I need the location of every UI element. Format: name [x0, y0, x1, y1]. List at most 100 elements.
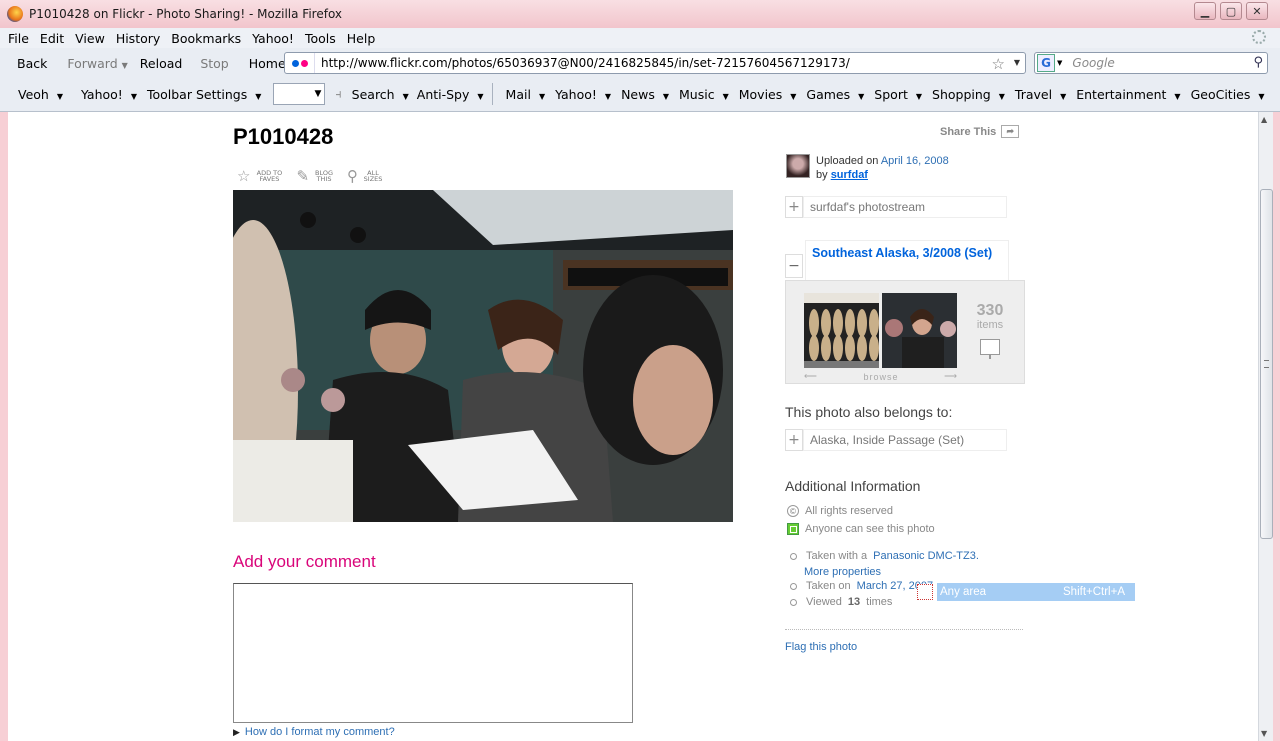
close-button[interactable]: ✕: [1246, 2, 1268, 20]
chevron-down-icon[interactable]: ▼: [477, 92, 483, 101]
plus-icon[interactable]: +: [785, 196, 803, 218]
slideshow-icon[interactable]: [980, 339, 1000, 359]
toolbar-travel[interactable]: Travel ▼: [1015, 87, 1066, 102]
menu-yahoo[interactable]: Yahoo!: [252, 31, 294, 46]
maximize-button[interactable]: ▢: [1220, 2, 1242, 20]
main-photo[interactable]: [233, 190, 733, 522]
set-thumbnail-previous[interactable]: [804, 293, 879, 368]
plus-icon[interactable]: +: [785, 429, 803, 451]
chevron-down-icon[interactable]: ▼: [858, 92, 864, 101]
all-sizes-button[interactable]: ⚲ ALL SIZES: [347, 167, 384, 185]
bullet-icon: [790, 598, 797, 606]
toolbar-entertainment[interactable]: Entertainment ▼: [1076, 87, 1180, 102]
set-thumbnail-current[interactable]: [882, 293, 957, 368]
chevron-down-icon[interactable]: ▼: [790, 92, 796, 101]
vertical-scrollbar[interactable]: ▲ ▼: [1258, 112, 1273, 741]
toolbar-split-icon[interactable]: ⫞: [335, 86, 341, 102]
also-belongs-heading: This photo also belongs to:: [785, 404, 953, 420]
photostream-label[interactable]: surfdaf's photostream: [803, 196, 1007, 218]
toolbar-antispy[interactable]: Anti-Spy ▼: [417, 87, 484, 102]
chevron-down-icon[interactable]: ▼: [663, 92, 669, 101]
chevron-down-icon[interactable]: ▼: [723, 92, 729, 101]
chevron-down-icon[interactable]: ▼: [57, 92, 63, 101]
chevron-down-icon[interactable]: ▼: [403, 92, 409, 101]
chevron-down-icon[interactable]: ▼: [999, 92, 1005, 101]
format-help-label[interactable]: How do I format my comment?: [245, 726, 395, 738]
page-title: P1010428: [233, 124, 334, 149]
toolbar-veoh[interactable]: Veoh ▼: [18, 87, 63, 102]
photo-tools: ☆ ADD TO FAVES ✎ BLOG THIS ⚲ ALL SIZES: [237, 167, 384, 185]
avatar[interactable]: [786, 154, 810, 178]
search-box[interactable]: G ▼ Google ⚲: [1034, 52, 1268, 74]
chevron-down-icon[interactable]: ▼: [122, 61, 128, 70]
home-button[interactable]: Home: [249, 56, 286, 71]
upload-date-link[interactable]: April 16, 2008: [881, 155, 949, 167]
toolbar-shopping[interactable]: Shopping ▼: [932, 87, 1005, 102]
back-button[interactable]: Back: [17, 56, 47, 71]
chevron-down-icon[interactable]: ▼: [539, 92, 545, 101]
chevron-down-icon[interactable]: ▼: [314, 89, 321, 99]
comment-textarea[interactable]: [233, 583, 633, 723]
toolbar-news[interactable]: News ▼: [621, 87, 669, 102]
chevron-down-icon[interactable]: ▼: [1174, 92, 1180, 101]
search-icon[interactable]: ⚲: [1253, 55, 1263, 70]
google-engine-icon[interactable]: G: [1037, 54, 1055, 72]
other-set-label[interactable]: Alaska, Inside Passage (Set): [803, 429, 1007, 451]
reload-button[interactable]: Reload: [140, 56, 183, 71]
toolbar-sport[interactable]: Sport ▼: [874, 87, 922, 102]
stop-button[interactable]: Stop: [200, 56, 228, 71]
chevron-down-icon[interactable]: ▼: [255, 92, 261, 101]
capture-tooltip[interactable]: Any area Shift+Ctrl+A: [917, 583, 1135, 601]
more-properties-link[interactable]: More properties: [804, 566, 881, 578]
scroll-up-icon[interactable]: ▲: [1261, 115, 1267, 124]
blog-this-button[interactable]: ✎ BLOG THIS: [296, 167, 335, 185]
username-link[interactable]: surfdaf: [831, 169, 868, 181]
menu-edit[interactable]: Edit: [40, 31, 64, 46]
menu-history[interactable]: History: [116, 31, 160, 46]
toolbar-geocities[interactable]: GeoCities ▼: [1191, 87, 1265, 102]
flag-photo-link[interactable]: Flag this photo: [785, 641, 857, 653]
share-this-button[interactable]: Share This ➦: [940, 125, 1020, 138]
search-input[interactable]: Google: [1072, 56, 1114, 70]
url-bar[interactable]: http://www.flickr.com/photos/65036937@N0…: [284, 52, 1026, 74]
toolbar-settings[interactable]: Toolbar Settings ▼: [147, 87, 261, 102]
add-to-faves-button[interactable]: ☆ ADD TO FAVES: [237, 167, 284, 185]
toolbar-music[interactable]: Music ▼: [679, 87, 729, 102]
url-text[interactable]: http://www.flickr.com/photos/65036937@N0…: [321, 56, 850, 70]
chevron-down-icon[interactable]: ▼: [1060, 92, 1066, 101]
chevron-down-icon[interactable]: ▼: [916, 92, 922, 101]
photostream-context[interactable]: + surfdaf's photostream: [785, 196, 1007, 218]
toolbar-movies[interactable]: Movies ▼: [739, 87, 797, 102]
minus-icon[interactable]: −: [785, 254, 803, 278]
url-dropdown-icon[interactable]: ▼: [1014, 58, 1020, 67]
toolbar-search[interactable]: Search ▼: [352, 87, 409, 102]
browse-prev-arrow-icon[interactable]: ⟵: [804, 371, 818, 382]
chevron-down-icon[interactable]: ▼: [605, 92, 611, 101]
toolbar-search-select[interactable]: ▼: [273, 83, 326, 105]
engine-dropdown-icon[interactable]: ▼: [1057, 59, 1062, 67]
bookmark-star-icon[interactable]: ☆: [992, 55, 1005, 73]
format-help-link[interactable]: ▶ How do I format my comment?: [233, 726, 395, 738]
browse-next-arrow-icon[interactable]: ⟶: [944, 371, 958, 382]
toolbar-yahoo[interactable]: Yahoo! ▼: [81, 87, 137, 102]
other-set-context[interactable]: + Alaska, Inside Passage (Set): [785, 429, 1007, 451]
toolbar-search-label: Search: [351, 86, 395, 102]
toolbar-mail[interactable]: Mail ▼: [506, 87, 546, 102]
chevron-down-icon[interactable]: ▼: [1258, 92, 1264, 101]
menu-tools[interactable]: Tools: [305, 31, 336, 46]
camera-link[interactable]: Panasonic DMC-TZ3.: [873, 550, 979, 562]
minimize-button[interactable]: ▁: [1194, 2, 1216, 20]
set-title-link[interactable]: Southeast Alaska, 3/2008 (Set): [805, 240, 1009, 280]
menu-bookmarks[interactable]: Bookmarks: [171, 31, 241, 46]
set-item-count: 330: [976, 302, 1004, 319]
menu-help[interactable]: Help: [347, 31, 376, 46]
toolbar-games[interactable]: Games ▼: [806, 87, 864, 102]
forward-button[interactable]: Forward ▼: [67, 56, 127, 71]
menu-file[interactable]: File: [8, 31, 29, 46]
scrollbar-thumb[interactable]: [1260, 189, 1273, 539]
toolbar-yahoo2[interactable]: Yahoo! ▼: [555, 87, 611, 102]
menu-view[interactable]: View: [75, 31, 105, 46]
window-title: P1010428 on Flickr - Photo Sharing! - Mo…: [29, 7, 343, 21]
scroll-down-icon[interactable]: ▼: [1261, 729, 1267, 738]
chevron-down-icon[interactable]: ▼: [131, 92, 137, 101]
